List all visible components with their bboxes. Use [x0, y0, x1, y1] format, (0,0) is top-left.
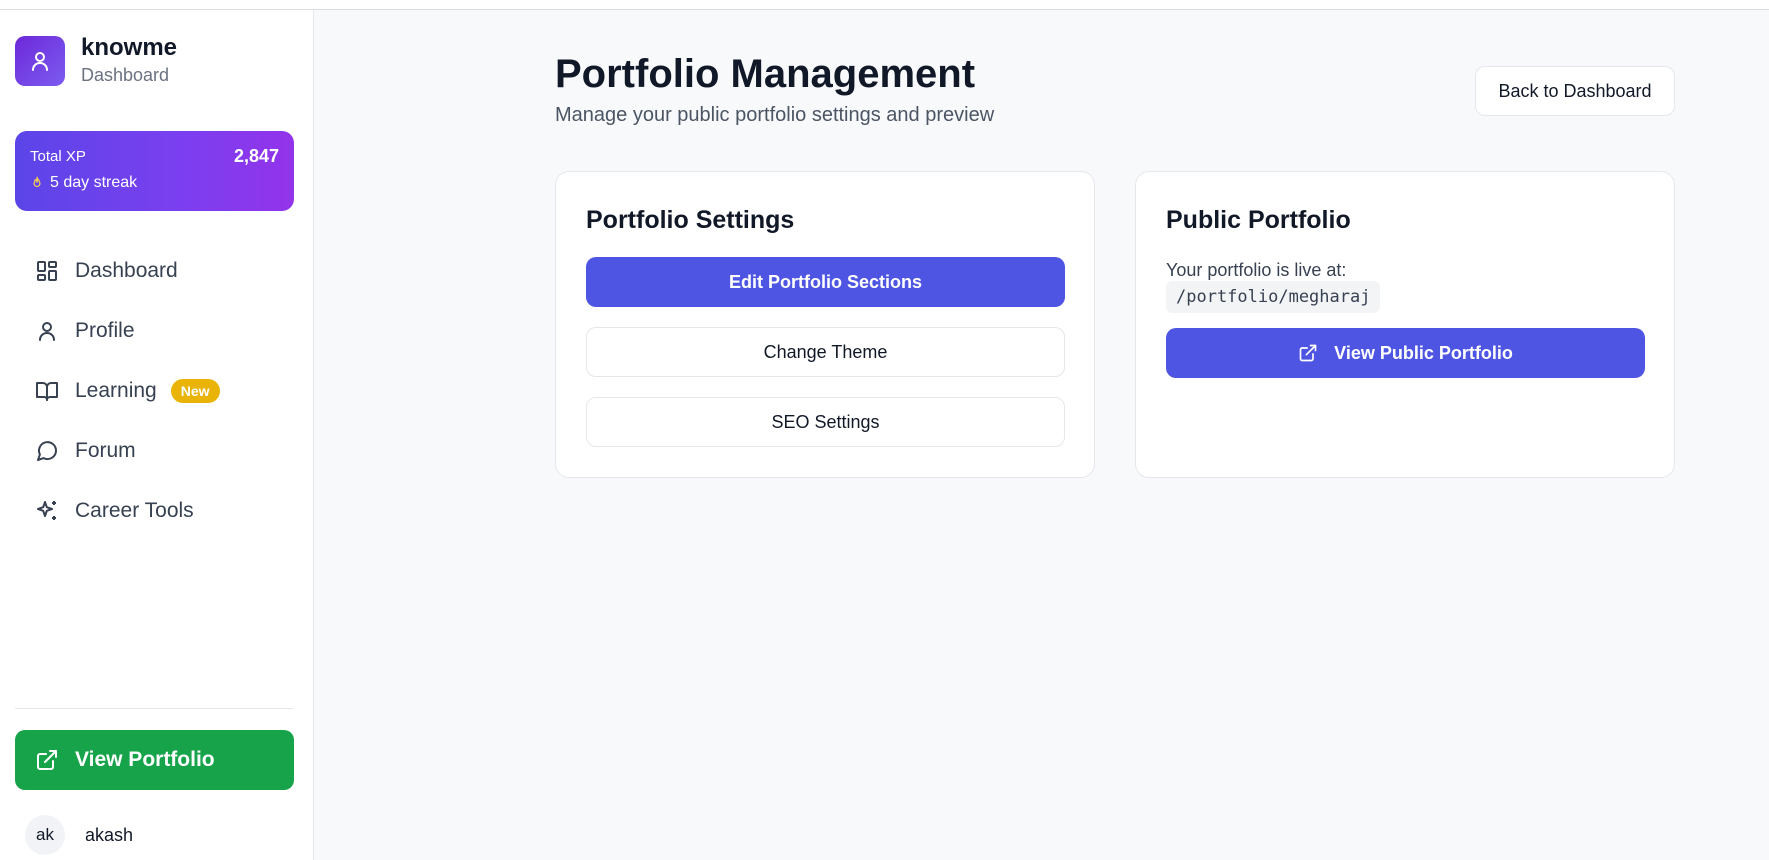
user-menu[interactable]: ak akash: [25, 815, 133, 855]
public-portfolio-card: Public Portfolio Your portfolio is live …: [1135, 171, 1675, 478]
sidebar-item-label: Career Tools: [75, 499, 194, 522]
avatar: ak: [25, 815, 65, 855]
card-title: Portfolio Settings: [586, 206, 795, 234]
view-public-portfolio-label: View Public Portfolio: [1334, 342, 1513, 363]
flame-icon: [33, 176, 41, 188]
view-public-portfolio-button[interactable]: View Public Portfolio: [1166, 328, 1645, 378]
external-link-icon: [37, 750, 57, 770]
view-portfolio-button[interactable]: View Portfolio: [15, 730, 294, 790]
sidebar-nav: Dashboard Profile Learning New Forum Car…: [15, 241, 294, 541]
edit-portfolio-sections-button[interactable]: Edit Portfolio Sections: [586, 257, 1065, 307]
user-icon: [15, 36, 65, 86]
back-to-dashboard-button[interactable]: Back to Dashboard: [1475, 66, 1675, 116]
message-circle-icon: [37, 441, 58, 461]
portfolio-settings-card: Portfolio Settings Edit Portfolio Sectio…: [555, 171, 1095, 478]
brand-subtitle: Dashboard: [81, 65, 170, 85]
book-open-icon: [36, 382, 58, 401]
user-name: akash: [85, 824, 134, 845]
sidebar-item-dashboard[interactable]: Dashboard: [15, 241, 294, 301]
live-at-label: Your portfolio is live at:: [1166, 260, 1347, 280]
external-link-icon: [1299, 344, 1317, 362]
xp-label: Total XP: [30, 148, 86, 165]
xp-value: 2,847: [233, 146, 279, 166]
new-badge: New: [170, 379, 220, 403]
sidebar-item-profile[interactable]: Profile: [15, 301, 294, 361]
portfolio-path: /portfolio/megharaj: [1166, 281, 1381, 313]
sidebar: knowme Dashboard Total XP 2,847 5 day st…: [0, 10, 314, 860]
sidebar-item-forum[interactable]: Forum: [15, 421, 294, 481]
sidebar-item-label: Profile: [75, 319, 135, 342]
sidebar-item-label: Dashboard: [75, 259, 178, 282]
change-theme-button[interactable]: Change Theme: [586, 327, 1065, 377]
seo-settings-button[interactable]: SEO Settings: [586, 397, 1065, 447]
streak-text: 5 day streak: [50, 174, 138, 191]
streak-row: 5 day streak: [30, 174, 137, 192]
sparkles-icon: [37, 501, 56, 520]
sidebar-item-career-tools[interactable]: Career Tools: [15, 481, 294, 541]
sidebar-item-learning[interactable]: Learning New: [15, 361, 294, 421]
page-subtitle: Manage your public portfolio settings an…: [555, 104, 995, 126]
brand[interactable]: knowme Dashboard: [15, 34, 177, 88]
sidebar-divider: [15, 708, 294, 709]
sidebar-item-label: Forum: [75, 439, 136, 462]
view-portfolio-label: View Portfolio: [75, 748, 215, 771]
brand-name: knowme: [81, 34, 178, 61]
browser-top-edge: [0, 0, 1769, 10]
layout-grid-icon: [37, 261, 57, 281]
sidebar-item-label: Learning: [75, 379, 157, 402]
card-title: Public Portfolio: [1166, 206, 1351, 234]
xp-card: Total XP 2,847 5 day streak: [15, 131, 294, 211]
user-icon: [39, 322, 55, 341]
page-title: Portfolio Management: [555, 52, 976, 96]
